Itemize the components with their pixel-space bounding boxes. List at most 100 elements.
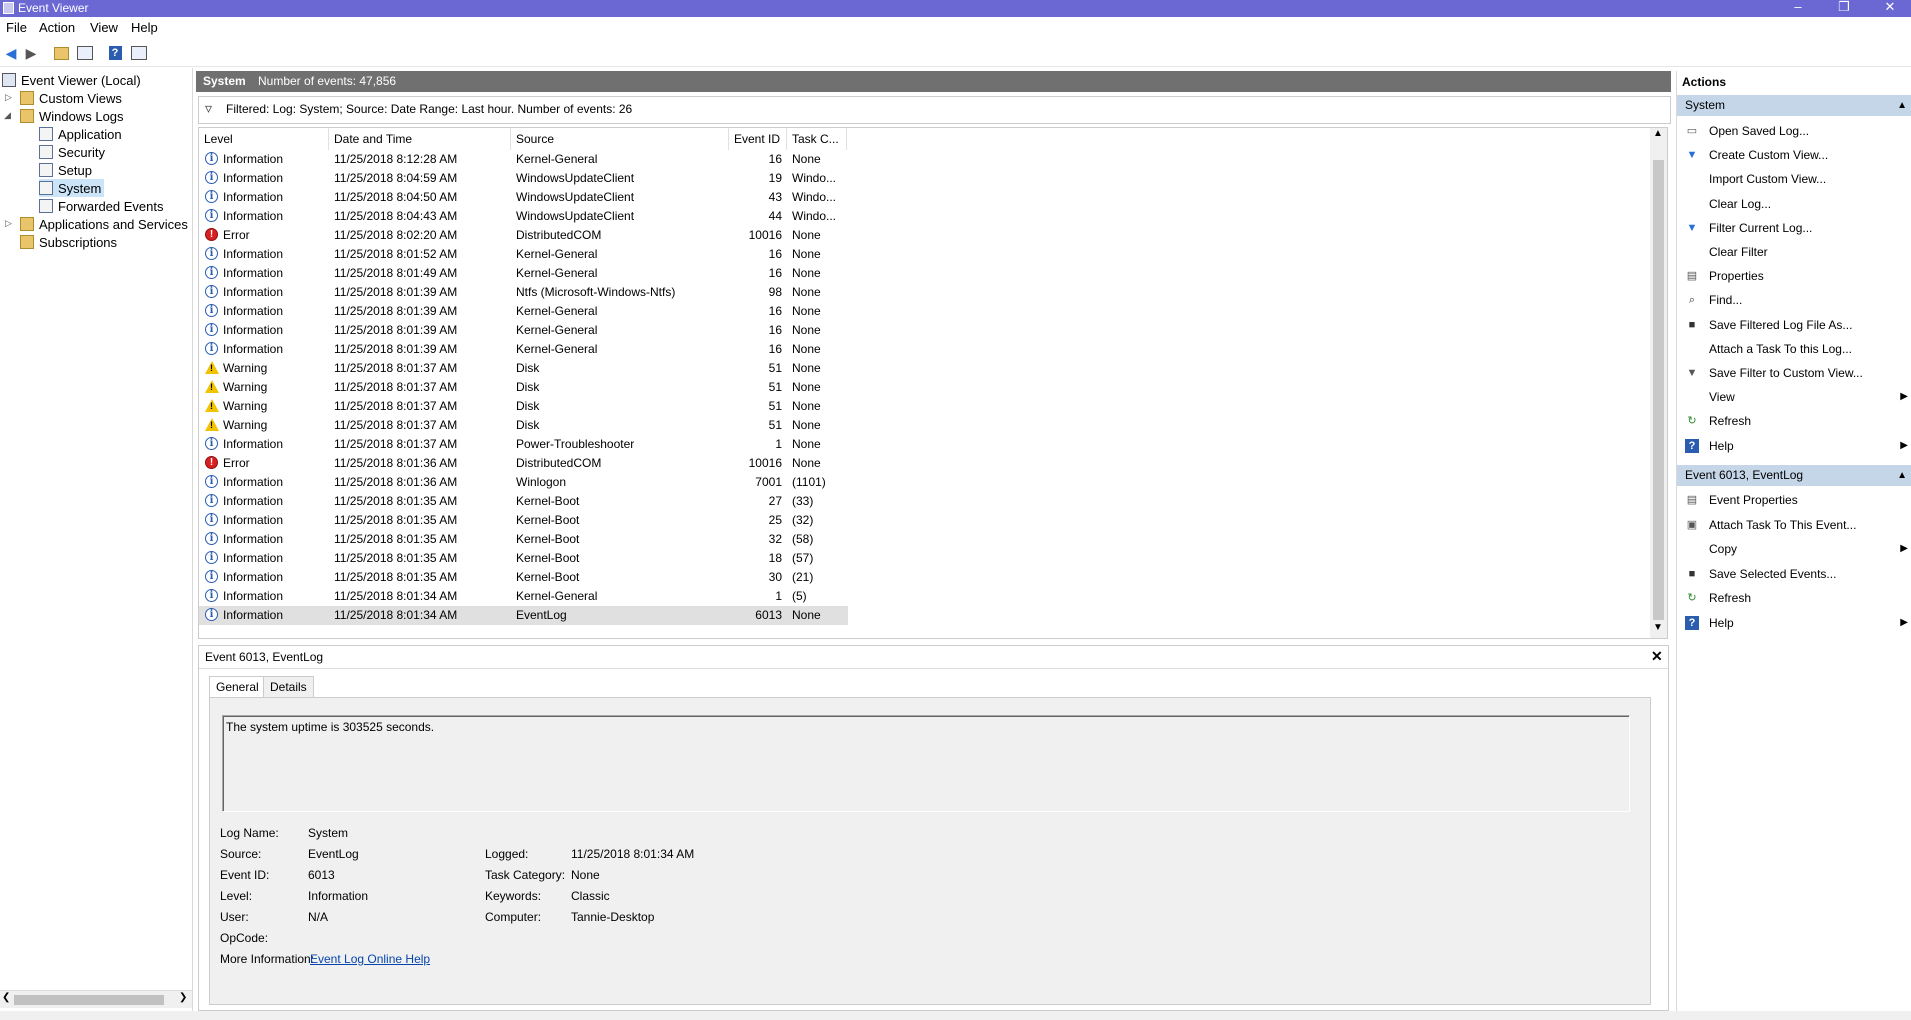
scroll-left-icon[interactable]: ❮ [2,992,10,1003]
show-hide-tree-icon[interactable] [76,44,94,62]
back-arrow-icon[interactable]: ◀ [2,44,20,62]
table-row[interactable]: ! Warning 11/25/2018 8:01:37 AM Disk 51 None [199,416,848,435]
collapse-section-icon[interactable]: ▲ [1897,95,1907,116]
action-open-saved-log[interactable]: ▭ Open Saved Log... [1677,120,1911,142]
action-save-selected-events[interactable]: ■ Save Selected Events... [1677,563,1911,585]
open-folder-icon[interactable] [52,44,70,62]
cell-date-time: 11/25/2018 8:04:43 AM [334,209,458,223]
table-row[interactable]: i Information 11/25/2018 8:01:52 AM Kernel-… [199,245,848,264]
minimize-button[interactable]: – [1778,0,1818,17]
collapse-section-icon[interactable]: ▲ [1897,465,1907,486]
action-find[interactable]: ⌕ Find... [1677,289,1911,311]
cell-event-id: 25 [768,513,782,527]
scroll-down-icon[interactable]: ▼ [1653,622,1663,633]
information-icon: i [205,513,218,526]
cell-source: Kernel-Boot [516,551,580,565]
tree-windows-logs[interactable]: Windows Logs [20,107,124,125]
table-row[interactable]: i Information 11/25/2018 8:01:35 AM Kernel-… [199,530,848,549]
save-filter-icon: ▼ [1686,367,1698,379]
table-row[interactable]: i Information 11/25/2018 8:12:28 AM Kernel-… [199,150,848,169]
table-row[interactable]: i Information 11/25/2018 8:04:50 AM Windows… [199,188,848,207]
help-icon[interactable]: ? [106,44,124,62]
action-clear-log[interactable]: Clear Log... [1677,193,1911,215]
table-row[interactable]: ! Warning 11/25/2018 8:01:37 AM Disk 51 None [199,397,848,416]
table-row[interactable]: ! Error 11/25/2018 8:02:20 AM DistributedCO… [199,226,848,245]
action-import-custom-view[interactable]: Import Custom View... [1677,168,1911,190]
table-row[interactable]: ! Error 11/25/2018 8:01:36 AM DistributedCO… [199,454,848,473]
tree-log-system[interactable]: System [39,179,105,197]
event-description-box[interactable]: The system uptime is 303525 seconds. [222,715,1630,812]
scrollbar-thumb[interactable] [14,995,164,1005]
table-row[interactable]: i Information 11/25/2018 8:01:35 AM Kernel-… [199,492,848,511]
table-row[interactable]: i Information 11/25/2018 8:01:39 AM Ntfs (M… [199,283,848,302]
tree-custom-views[interactable]: Custom Views [20,89,122,107]
table-row[interactable]: i Information 11/25/2018 8:01:35 AM Kernel-… [199,549,848,568]
table-row[interactable]: ! Warning 11/25/2018 8:01:37 AM Disk 51 None [199,378,848,397]
menu-view[interactable]: View [90,20,118,35]
table-row[interactable]: i Information 11/25/2018 8:01:37 AM Power-T… [199,435,848,454]
column-task-category[interactable]: Task C... [787,128,847,150]
action-event-properties[interactable]: ▤ Event Properties [1677,489,1911,511]
tree-subscriptions[interactable]: Subscriptions [20,233,117,251]
scrollbar-thumb[interactable] [1653,160,1664,620]
column-event-id[interactable]: Event ID [729,128,787,150]
action-save-filtered-log-file-as[interactable]: ■ Save Filtered Log File As... [1677,314,1911,336]
table-row[interactable]: i Information 11/25/2018 8:01:34 AM Kernel-… [199,587,848,606]
action-attach-task-to-this-event[interactable]: ▣ Attach Task To This Event... [1677,514,1911,536]
table-row[interactable]: i Information 11/25/2018 8:01:36 AM Winlogo… [199,473,848,492]
menu-file[interactable]: File [6,20,27,35]
forward-arrow-icon[interactable]: ▶ [22,44,40,62]
table-row[interactable]: i Information 11/25/2018 8:01:39 AM Kernel-… [199,302,848,321]
list-vertical-scrollbar[interactable]: ▲ ▼ [1650,127,1668,639]
close-window-button[interactable]: ✕ [1870,0,1910,17]
action-save-filter-to-custom-view[interactable]: ▼ Save Filter to Custom View... [1677,362,1911,384]
tree-apps-services[interactable]: Applications and Services Lo [20,215,192,233]
table-row[interactable]: i Information 11/25/2018 8:01:39 AM Kernel-… [199,321,848,340]
action-refresh[interactable]: ↻ Refresh [1677,587,1911,609]
tab-details[interactable]: Details [263,676,314,698]
expand-arrow-icon[interactable]: ▷ [5,92,12,103]
table-row[interactable]: i Information 11/25/2018 8:01:34 AM EventLo… [199,606,848,625]
table-row[interactable]: i Information 11/25/2018 8:04:43 AM Windows… [199,207,848,226]
action-refresh[interactable]: ↻ Refresh [1677,410,1911,432]
expand-arrow-icon[interactable]: ▷ [5,218,12,229]
action-properties[interactable]: ▤ Properties [1677,265,1911,287]
tree-log-forwarded-events[interactable]: Forwarded Events [39,197,164,215]
tree-root[interactable]: Event Viewer (Local) [2,71,141,89]
scroll-up-icon[interactable]: ▲ [1653,128,1663,139]
action-create-custom-view[interactable]: ▼ Create Custom View... [1677,144,1911,166]
actions-section-event[interactable]: Event 6013, EventLog ▲ [1677,465,1911,486]
tree-horizontal-scrollbar[interactable]: ❮ ❯ [0,990,192,1008]
tree-log-security[interactable]: Security [39,143,105,161]
show-action-pane-icon[interactable] [130,44,148,62]
menu-help[interactable]: Help [131,20,158,35]
tree-log-setup[interactable]: Setup [39,161,92,179]
actions-section-system[interactable]: System ▲ [1677,95,1911,116]
column-source[interactable]: Source [511,128,729,150]
table-row[interactable]: i Information 11/25/2018 8:04:59 AM Windows… [199,169,848,188]
action-view[interactable]: View ▶ [1677,386,1911,408]
action-filter-current-log[interactable]: ▼ Filter Current Log... [1677,217,1911,239]
cell-date-time: 11/25/2018 8:01:39 AM [334,285,458,299]
action-help[interactable]: ? Help ▶ [1677,612,1911,634]
tree-log-application[interactable]: Application [39,125,122,143]
close-detail-icon[interactable]: ✕ [1651,648,1663,665]
table-row[interactable]: i Information 11/25/2018 8:01:39 AM Kernel-… [199,340,848,359]
table-row[interactable]: i Information 11/25/2018 8:01:49 AM Kernel-… [199,264,848,283]
table-row[interactable]: i Information 11/25/2018 8:01:35 AM Kernel-… [199,568,848,587]
scroll-right-icon[interactable]: ❯ [179,992,187,1003]
cell-task-category: (21) [792,570,814,584]
column-level[interactable]: Level [199,128,329,150]
column-date-time[interactable]: Date and Time [329,128,511,150]
restore-button[interactable]: ❐ [1824,0,1864,17]
action-help[interactable]: ? Help ▶ [1677,435,1911,457]
collapse-arrow-icon[interactable]: ◢ [4,110,11,121]
action-attach-a-task-to-this-log[interactable]: Attach a Task To this Log... [1677,338,1911,360]
tab-general[interactable]: General [209,676,266,698]
menu-action[interactable]: Action [39,20,75,35]
event-log-online-help-link[interactable]: Event Log Online Help [310,952,430,966]
action-copy[interactable]: Copy ▶ [1677,538,1911,560]
action-clear-filter[interactable]: Clear Filter [1677,241,1911,263]
table-row[interactable]: ! Warning 11/25/2018 8:01:37 AM Disk 51 None [199,359,848,378]
table-row[interactable]: i Information 11/25/2018 8:01:35 AM Kernel-… [199,511,848,530]
